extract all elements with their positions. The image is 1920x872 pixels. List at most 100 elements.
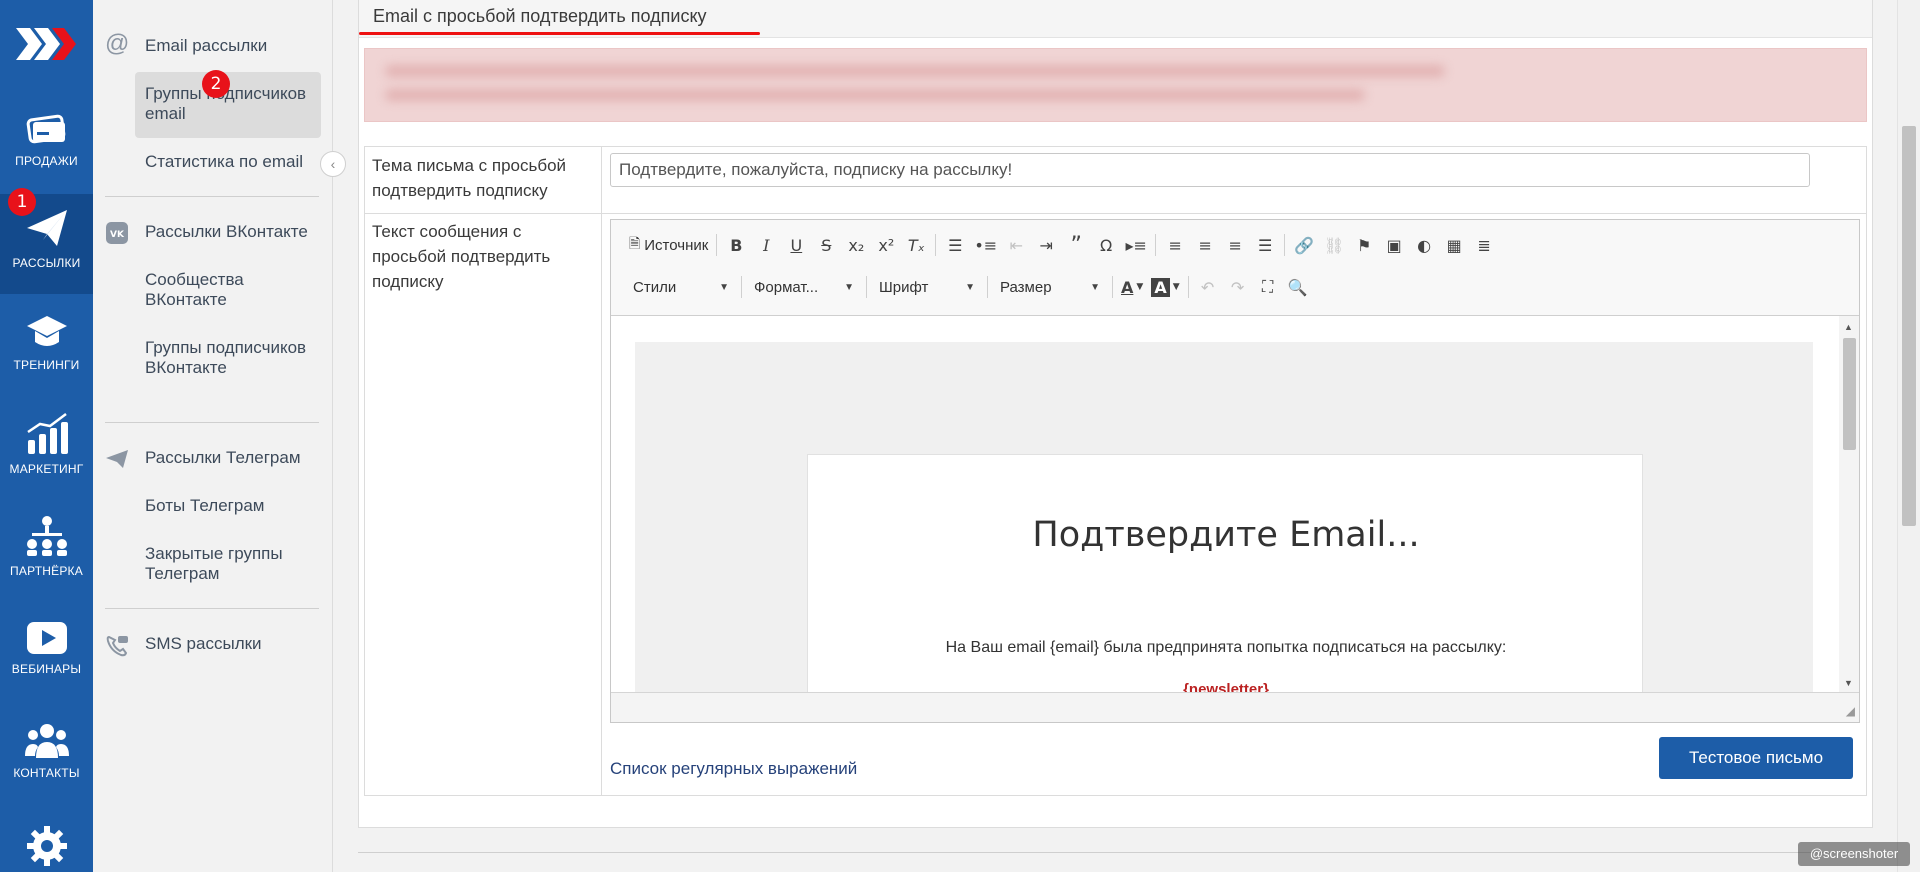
- play-icon: [26, 622, 67, 654]
- editor-toolbar: 🗎 Источник B I U S x₂ x² Tₓ ☰ •≡ ⇤ ⇥ ” Ω…: [611, 220, 1859, 316]
- section-divider: [358, 852, 1873, 853]
- rail-label-affiliate: ПАРТНЁРКА: [10, 564, 83, 578]
- table-icon[interactable]: ▦: [1439, 231, 1469, 259]
- size-dropdown[interactable]: Размер ▼: [992, 273, 1108, 301]
- page-scrollbar[interactable]: [1897, 0, 1920, 872]
- gear-icon: [26, 826, 67, 866]
- phone-message-icon: [105, 634, 131, 658]
- insert-placeholder-icon[interactable]: ▸≡: [1121, 231, 1151, 259]
- redo-icon[interactable]: ↷: [1223, 273, 1253, 301]
- align-right-icon[interactable]: ≡: [1220, 231, 1250, 259]
- remove-format-button[interactable]: Tₓ: [901, 231, 931, 259]
- italic-button[interactable]: I: [751, 231, 781, 259]
- email-newsletter-variable: {newsletter}: [1183, 681, 1269, 692]
- editor-scrollbar[interactable]: ▲ ▼: [1839, 316, 1859, 692]
- indent-icon[interactable]: ⇥: [1031, 231, 1061, 259]
- numbered-list-icon[interactable]: ☰: [940, 231, 970, 259]
- source-icon: 🗎: [629, 235, 641, 251]
- align-center-icon[interactable]: ≡: [1190, 231, 1220, 259]
- superscript-button[interactable]: x²: [871, 231, 901, 259]
- graduation-cap-icon: [26, 316, 67, 346]
- resize-handle-icon[interactable]: ◢: [1846, 704, 1855, 718]
- rail-item-webinars[interactable]: ВЕБИНАРЫ: [0, 620, 93, 720]
- menu-divider: [105, 422, 319, 423]
- subject-input[interactable]: [610, 153, 1810, 187]
- step-badge-1: 1: [8, 188, 36, 216]
- card-icon: [26, 114, 65, 144]
- bulleted-list-icon[interactable]: •≡: [970, 231, 1001, 259]
- regex-list-link[interactable]: Список регулярных выражений: [610, 759, 857, 779]
- menu-divider: [105, 196, 319, 197]
- rail-item-marketing[interactable]: МАРКЕТИНГ: [0, 412, 93, 512]
- screenshot-watermark: @screenshoter: [1798, 842, 1910, 866]
- logo-chevrons-icon[interactable]: [14, 22, 78, 66]
- source-button[interactable]: 🗎 Источник: [625, 231, 712, 259]
- caret-down-icon: ▼: [844, 281, 854, 293]
- preview-icon[interactable]: 🔍: [1283, 273, 1313, 301]
- editor-scroll-thumb[interactable]: [1843, 338, 1856, 450]
- row-separator: [365, 213, 1866, 214]
- horizontal-line-icon[interactable]: ≣: [1469, 231, 1499, 259]
- justify-icon[interactable]: ☰: [1250, 231, 1280, 259]
- rail-label-trainings: ТРЕНИНГИ: [13, 358, 80, 372]
- telegram-icon: [105, 448, 131, 472]
- maximize-icon[interactable]: ⛶: [1253, 273, 1283, 301]
- main-content: Email с просьбой подтвердить подписку Те…: [358, 0, 1873, 872]
- growth-chart-icon: [26, 413, 68, 454]
- styles-dropdown[interactable]: Стили ▼: [625, 273, 737, 301]
- rail-label-newsletters: РАССЫЛКИ: [12, 256, 81, 270]
- rail-label-contacts: КОНТАКТЫ: [13, 766, 80, 780]
- caret-down-icon: ▼: [719, 281, 729, 293]
- flash-icon[interactable]: ◐: [1409, 231, 1439, 259]
- text-color-icon: A: [1121, 277, 1134, 297]
- scroll-down-icon[interactable]: ▼: [1844, 678, 1853, 688]
- rail-label-marketing: МАРКЕТИНГ: [9, 462, 84, 476]
- body-label: Текст сообщения с просьбой подтвердить п…: [372, 222, 551, 291]
- email-template-card: Подтвердите Email... На Ваш email {email…: [807, 454, 1643, 692]
- outdent-icon[interactable]: ⇤: [1001, 231, 1031, 259]
- title-underline-annotation: [359, 32, 760, 35]
- subscript-button[interactable]: x₂: [841, 231, 871, 259]
- format-dropdown[interactable]: Формат... ▼: [746, 273, 862, 301]
- blurred-text: [385, 89, 1365, 101]
- font-dropdown[interactable]: Шрифт ▼: [871, 273, 983, 301]
- blockquote-icon[interactable]: ”: [1061, 231, 1091, 259]
- bg-color-button[interactable]: A ▼: [1147, 273, 1183, 301]
- link-icon[interactable]: 🔗: [1289, 231, 1319, 259]
- image-icon[interactable]: ▣: [1379, 231, 1409, 259]
- editor-statusbar: ◢: [611, 692, 1859, 722]
- email-heading: Подтвердите Email...: [1032, 515, 1420, 555]
- vk-icon: VK: [105, 222, 131, 246]
- toolbar-row-1: 🗎 Источник B I U S x₂ x² Tₓ ☰ •≡ ⇤ ⇥ ” Ω…: [625, 230, 1499, 260]
- page-scroll-thumb[interactable]: [1902, 126, 1916, 526]
- bold-button[interactable]: B: [721, 231, 751, 259]
- bg-color-icon: A: [1151, 277, 1170, 297]
- anchor-flag-icon[interactable]: ⚑: [1349, 231, 1379, 259]
- editor-content-area[interactable]: Подтвердите Email... На Ваш email {email…: [611, 316, 1859, 692]
- undo-icon[interactable]: ↶: [1193, 273, 1223, 301]
- menu-divider: [105, 608, 319, 609]
- rail-item-affiliate[interactable]: ПАРТНЁРКА: [0, 514, 93, 614]
- underline-button[interactable]: U: [781, 231, 811, 259]
- settings-form: Тема письма с просьбой подтвердить подпи…: [364, 146, 1867, 796]
- rail-item-settings[interactable]: [0, 824, 93, 872]
- rail-label-sales: ПРОДАЖИ: [15, 154, 78, 168]
- scroll-up-icon[interactable]: ▲: [1844, 322, 1853, 332]
- strikethrough-button[interactable]: S: [811, 231, 841, 259]
- network-icon: [26, 516, 67, 556]
- test-email-button[interactable]: Тестовое письмо: [1659, 737, 1853, 779]
- panel-title: Email с просьбой подтвердить подписку: [373, 6, 707, 26]
- rich-text-editor: 🗎 Источник B I U S x₂ x² Tₓ ☰ •≡ ⇤ ⇥ ” Ω…: [610, 219, 1860, 723]
- caret-down-icon: ▼: [1090, 281, 1100, 293]
- email-template-background: Подтвердите Email... На Ваш email {email…: [635, 342, 1813, 692]
- text-color-button[interactable]: A ▼: [1117, 273, 1147, 301]
- rail-item-trainings[interactable]: ТРЕНИНГИ: [0, 312, 93, 412]
- confirmation-email-panel: Email с просьбой подтвердить подписку Те…: [358, 0, 1873, 828]
- align-left-icon[interactable]: ≡: [1160, 231, 1190, 259]
- svg-text:VK: VK: [110, 230, 125, 240]
- special-char-icon[interactable]: Ω: [1091, 231, 1121, 259]
- collapse-menu-button[interactable]: ‹: [320, 151, 346, 177]
- caret-down-icon: ▼: [965, 281, 975, 293]
- rail-item-contacts[interactable]: КОНТАКТЫ: [0, 722, 93, 822]
- unlink-icon[interactable]: ⛓: [1319, 231, 1349, 259]
